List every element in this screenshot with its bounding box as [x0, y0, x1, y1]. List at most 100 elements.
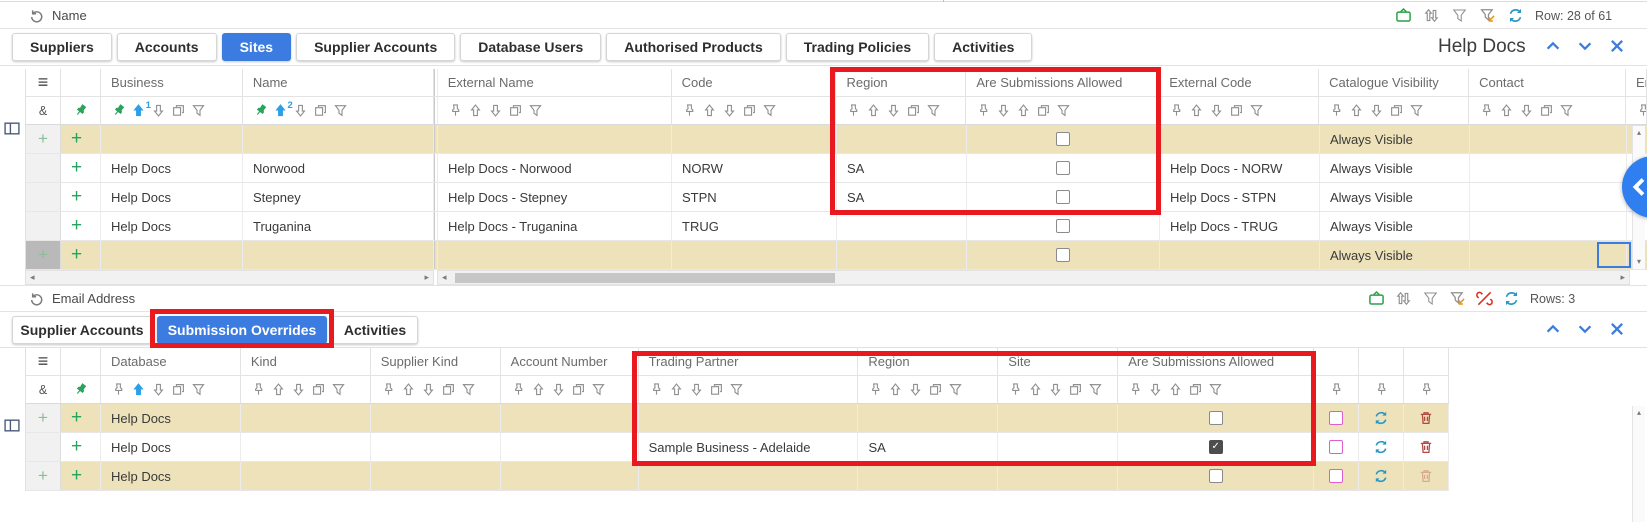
sort-desc-icon[interactable]: [151, 382, 166, 397]
row-refresh-icon[interactable]: [1373, 468, 1389, 484]
sort-asc-icon[interactable]: [1028, 382, 1043, 397]
sort-asc-icon[interactable]: [1189, 103, 1204, 118]
preview-icon[interactable]: [1368, 290, 1385, 307]
sort-desc-icon[interactable]: [1209, 103, 1224, 118]
tab-sites[interactable]: Sites: [222, 33, 291, 61]
add-row-handle[interactable]: [26, 125, 61, 153]
sort-desc-icon[interactable]: [722, 103, 737, 118]
filter-icon[interactable]: [1088, 382, 1103, 397]
row-menu-icon[interactable]: [26, 69, 61, 96]
col-external-code[interactable]: External Code: [1159, 69, 1319, 96]
hscrollbar-thumb[interactable]: [455, 273, 835, 283]
copy-icon[interactable]: [313, 103, 328, 118]
sort-asc-active-icon[interactable]: [131, 382, 146, 397]
col-supplier-kind[interactable]: Supplier Kind: [371, 348, 501, 375]
sort-icon[interactable]: [1395, 290, 1412, 307]
filter-and-icon[interactable]: [26, 376, 61, 403]
pin-column-header[interactable]: [61, 69, 101, 96]
tab-authorised-products[interactable]: Authorised Products: [606, 33, 780, 61]
table-row[interactable]: Help Docs Sample Business - Adelaide SA: [26, 433, 1449, 462]
add-row-button[interactable]: [61, 212, 101, 240]
col-flag[interactable]: [1314, 348, 1359, 375]
frozen-pane-hscrollbar[interactable]: [25, 270, 434, 285]
col-are-submissions-allowed[interactable]: Are Submissions Allowed: [1118, 348, 1314, 375]
copy-icon[interactable]: [1389, 103, 1404, 118]
expand-down-icon[interactable]: [1576, 37, 1594, 55]
sort-asc-icon[interactable]: [1168, 382, 1183, 397]
sort-asc-active-icon[interactable]: 1: [131, 103, 146, 118]
copy-icon[interactable]: [928, 382, 943, 397]
filter-icon[interactable]: [926, 103, 941, 118]
sort-asc-active-icon[interactable]: 2: [273, 103, 288, 118]
filter-icon[interactable]: [461, 382, 476, 397]
checkbox-are-submissions-allowed[interactable]: [1209, 440, 1223, 454]
col-catalogue-visibility[interactable]: Catalogue Visibility: [1319, 69, 1469, 96]
tab-suppliers[interactable]: Suppliers: [12, 33, 112, 61]
filter-icon[interactable]: [528, 103, 543, 118]
sort-desc-icon[interactable]: [1148, 382, 1163, 397]
sort-asc-icon[interactable]: [271, 382, 286, 397]
pin-icon[interactable]: [1329, 382, 1344, 397]
filter-icon[interactable]: [1559, 103, 1574, 118]
table-row-new[interactable]: Help Docs: [26, 462, 1449, 491]
copy-icon[interactable]: [508, 103, 523, 118]
sort-asc-icon[interactable]: [702, 103, 717, 118]
undo-icon[interactable]: [28, 290, 45, 307]
checkbox-are-submissions-allowed[interactable]: [1056, 132, 1070, 146]
row-refresh-icon[interactable]: [1373, 439, 1389, 455]
delete-row-icon[interactable]: [1418, 439, 1434, 455]
add-row-button[interactable]: [61, 241, 101, 269]
pin-icon[interactable]: [649, 382, 664, 397]
copy-icon[interactable]: [1229, 103, 1244, 118]
col-site[interactable]: Site: [998, 348, 1118, 375]
filter-icon[interactable]: [1249, 103, 1264, 118]
table-row[interactable]: Help Docs Norwood Help Docs - Norwood NO…: [26, 154, 1647, 183]
pin-icon[interactable]: [846, 103, 861, 118]
filter-icon[interactable]: [191, 382, 206, 397]
add-row-button[interactable]: [61, 125, 101, 153]
flag-checkbox[interactable]: [1329, 469, 1343, 483]
pin-icon[interactable]: [111, 382, 126, 397]
checkbox-are-submissions-allowed[interactable]: [1056, 219, 1070, 233]
sort-asc-icon[interactable]: [468, 103, 483, 118]
add-row-handle-selected[interactable]: [26, 241, 61, 269]
add-row-button[interactable]: [61, 404, 101, 432]
pin-icon[interactable]: [1169, 103, 1184, 118]
copy-icon[interactable]: [1036, 103, 1051, 118]
copy-icon[interactable]: [441, 382, 456, 397]
col-kind[interactable]: Kind: [241, 348, 371, 375]
tab-database-users[interactable]: Database Users: [460, 33, 601, 61]
refresh-icon[interactable]: [1503, 290, 1520, 307]
edit-filter-icon[interactable]: [1479, 7, 1496, 24]
table-row[interactable]: Help Docs Stepney Help Docs - Stepney ST…: [26, 183, 1647, 212]
pin-icon[interactable]: [1374, 382, 1389, 397]
row-handle[interactable]: [26, 212, 61, 240]
filter-icon[interactable]: [762, 103, 777, 118]
main-hscrollbar[interactable]: [437, 270, 1630, 285]
scroll-up-arrow[interactable]: ▴: [1637, 129, 1641, 137]
sort-desc-icon[interactable]: [1519, 103, 1534, 118]
sort-asc-icon[interactable]: [1499, 103, 1514, 118]
filter-icon[interactable]: [191, 103, 206, 118]
sort-asc-icon[interactable]: [531, 382, 546, 397]
close-icon[interactable]: [1608, 320, 1626, 338]
row-handle[interactable]: [26, 433, 61, 461]
row-refresh-icon[interactable]: [1373, 410, 1389, 426]
add-row-button[interactable]: [61, 154, 101, 182]
scroll-down-arrow[interactable]: ▾: [1637, 258, 1641, 266]
row-menu-icon[interactable]: [26, 348, 61, 375]
tab-trading-policies[interactable]: Trading Policies: [786, 33, 929, 61]
sort-asc-icon[interactable]: [401, 382, 416, 397]
filter-icon[interactable]: [729, 382, 744, 397]
col-database[interactable]: Database: [101, 348, 241, 375]
checkbox-are-submissions-allowed[interactable]: [1056, 190, 1070, 204]
expand-down-icon[interactable]: [1576, 320, 1594, 338]
undo-icon[interactable]: [28, 7, 45, 24]
collapse-up-icon[interactable]: [1544, 37, 1562, 55]
edit-filter-icon[interactable]: [1449, 290, 1466, 307]
table-row-new-selected[interactable]: Always Visible: [26, 241, 1647, 270]
add-row-handle[interactable]: [26, 462, 61, 490]
table-row[interactable]: Help Docs Truganina Help Docs - Truganin…: [26, 212, 1647, 241]
sort-desc-icon[interactable]: [1369, 103, 1384, 118]
filter-icon[interactable]: [1422, 290, 1439, 307]
